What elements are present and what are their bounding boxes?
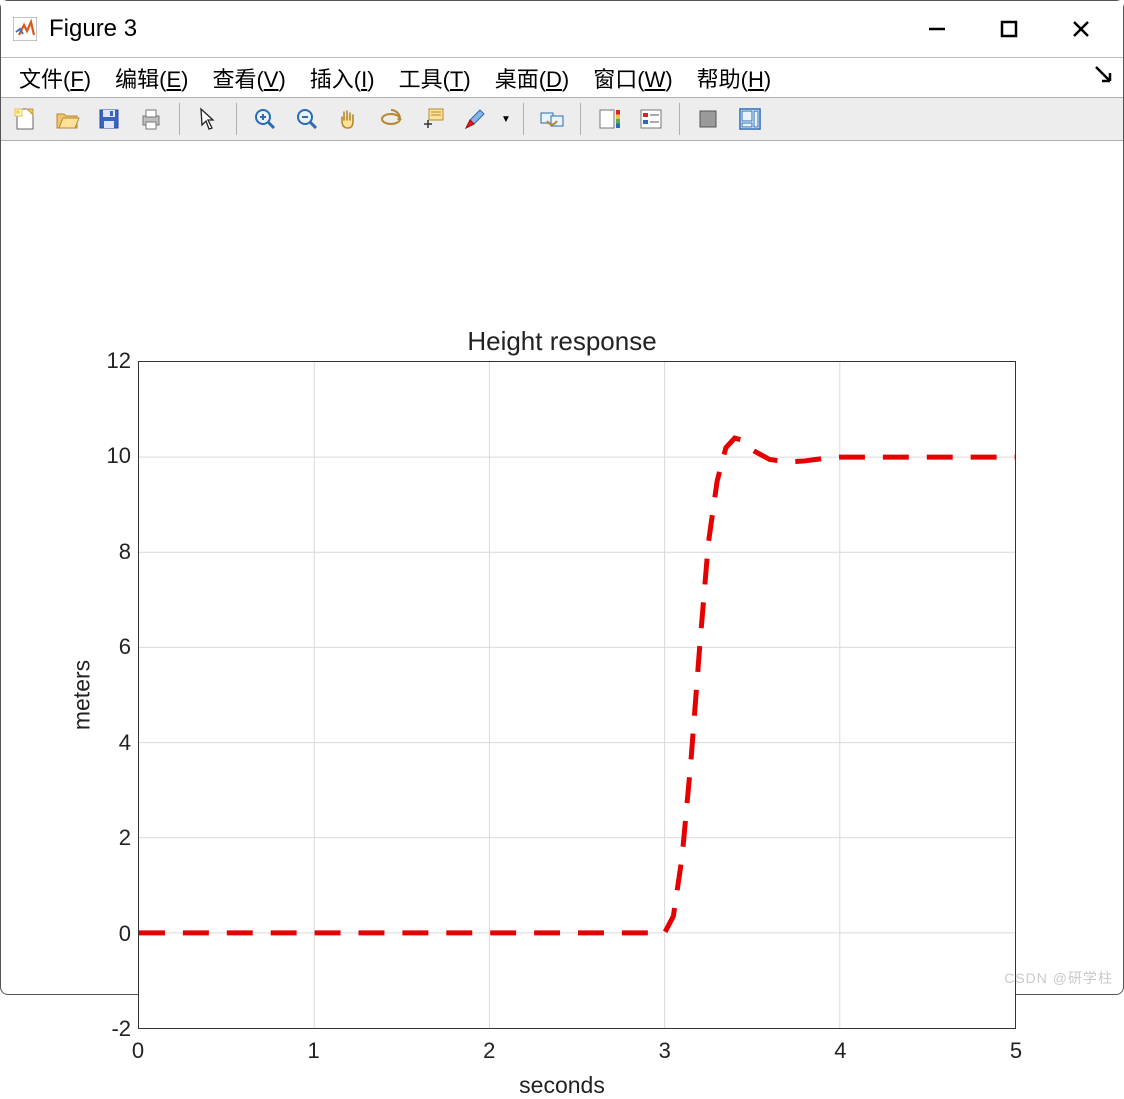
dock-arrow-icon[interactable] — [1093, 64, 1115, 92]
x-tick-label: 2 — [483, 1038, 495, 1064]
open-button[interactable] — [47, 101, 87, 137]
plot-line — [139, 362, 1015, 1028]
x-tick-label: 5 — [1010, 1038, 1022, 1064]
y-tick-label: -2 — [81, 1016, 131, 1042]
insert-colorbar-button[interactable] — [589, 101, 629, 137]
figure-area: Height response meters seconds 012345 -2… — [3, 146, 1121, 992]
rotate-3d-button[interactable] — [371, 101, 411, 137]
y-tick-label: 0 — [81, 921, 131, 947]
chart-title: Height response — [3, 326, 1121, 357]
toolbar-separator — [523, 103, 524, 135]
watermark-text: CSDN @研学柱 — [1004, 968, 1113, 988]
y-tick-label: 2 — [81, 825, 131, 851]
toolbar-separator — [179, 103, 180, 135]
menu-tools[interactable]: 工具(T) — [387, 58, 483, 98]
close-button[interactable] — [1045, 8, 1117, 50]
y-tick-label: 4 — [81, 730, 131, 756]
zoom-in-button[interactable] — [245, 101, 285, 137]
maximize-button[interactable] — [973, 8, 1045, 50]
window-title: Figure 3 — [49, 15, 901, 43]
menu-window[interactable]: 窗口(W) — [581, 58, 684, 98]
brush-dropdown-icon[interactable]: ▼ — [497, 114, 515, 125]
save-button[interactable] — [89, 101, 129, 137]
menu-help[interactable]: 帮助(H) — [685, 58, 784, 98]
titlebar: Figure 3 — [1, 1, 1123, 57]
menu-insert[interactable]: 插入(I) — [298, 58, 387, 98]
y-tick-label: 6 — [81, 634, 131, 660]
brush-button[interactable] — [455, 101, 495, 137]
zoom-out-button[interactable] — [287, 101, 327, 137]
y-axis-label: meters — [69, 660, 96, 730]
edit-plot-button[interactable] — [188, 101, 228, 137]
toolbar-separator — [236, 103, 237, 135]
insert-legend-button[interactable] — [631, 101, 671, 137]
toolbar: ▼ — [1, 97, 1123, 141]
toolbar-separator — [580, 103, 581, 135]
x-axis-label: seconds — [3, 1072, 1121, 1099]
link-plots-button[interactable] — [532, 101, 572, 137]
data-cursor-button[interactable] — [413, 101, 453, 137]
minimize-button[interactable] — [901, 8, 973, 50]
matlab-icon — [13, 17, 37, 41]
menu-view[interactable]: 查看(V) — [200, 58, 297, 98]
window-controls — [901, 8, 1117, 50]
menu-desktop[interactable]: 桌面(D) — [483, 58, 582, 98]
menubar: 文件(F) 编辑(E) 查看(V) 插入(I) 工具(T) 桌面(D) 窗口(W… — [1, 57, 1123, 97]
menu-edit[interactable]: 编辑(E) — [103, 58, 200, 98]
y-tick-label: 12 — [81, 348, 131, 374]
x-tick-label: 3 — [659, 1038, 671, 1064]
axes[interactable] — [138, 361, 1016, 1029]
x-tick-label: 4 — [834, 1038, 846, 1064]
x-tick-label: 1 — [307, 1038, 319, 1064]
x-tick-label: 0 — [132, 1038, 144, 1064]
toolbar-separator — [679, 103, 680, 135]
hide-plot-tools-button[interactable] — [688, 101, 728, 137]
y-tick-label: 8 — [81, 539, 131, 565]
show-plot-tools-button[interactable] — [730, 101, 770, 137]
y-tick-label: 10 — [81, 443, 131, 469]
print-button[interactable] — [131, 101, 171, 137]
new-figure-button[interactable] — [5, 101, 45, 137]
menu-file[interactable]: 文件(F) — [7, 58, 103, 98]
pan-button[interactable] — [329, 101, 369, 137]
